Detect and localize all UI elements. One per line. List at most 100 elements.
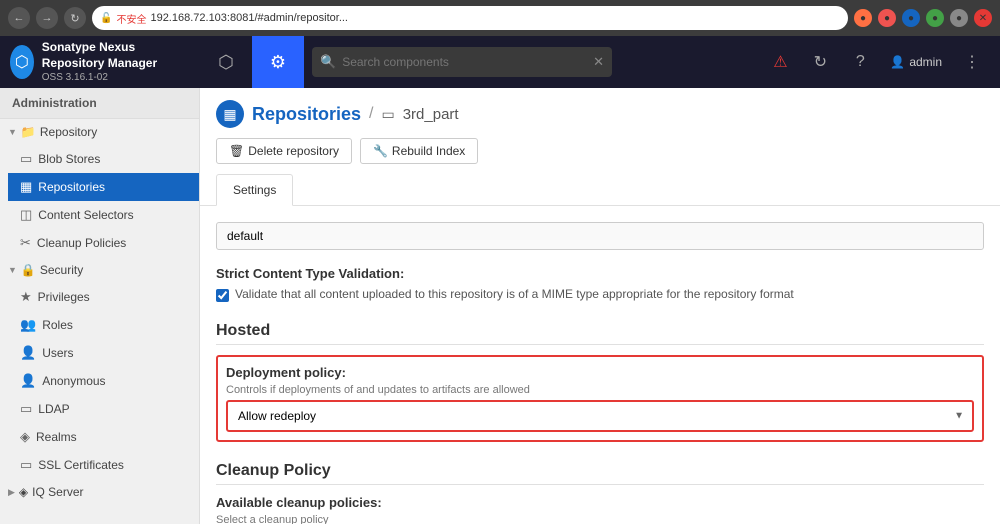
sidebar-group-iq-server-label: IQ Server — [32, 485, 83, 499]
sidebar-group-security-label: Security — [40, 263, 83, 277]
chevron-right-icon-iq: ▶ — [8, 487, 15, 498]
deployment-policy-hint: Controls if deployments of and updates t… — [226, 384, 974, 396]
settings-nav-icon[interactable]: ⚙ — [252, 36, 304, 88]
app-version: OSS 3.16.1-02 — [42, 71, 190, 84]
sidebar-item-content-selectors[interactable]: ◫ Content Selectors — [8, 201, 199, 229]
rebuild-index-label: Rebuild Index — [392, 144, 465, 158]
user-section[interactable]: 👤 admin — [882, 55, 950, 69]
delete-repository-button[interactable]: 🗑 Delete repository — [216, 138, 352, 164]
app-icon: ⬡ — [10, 45, 34, 79]
sidebar-item-anonymous[interactable]: 👤 Anonymous — [8, 367, 199, 395]
browser-icon-5[interactable]: ● — [950, 9, 968, 27]
home-nav-icon[interactable]: ⬡ — [200, 36, 252, 88]
sidebar-item-repositories-label: Repositories — [38, 180, 105, 194]
breadcrumb-page: 3rd_part — [403, 106, 459, 123]
sidebar-item-ssl-certificates[interactable]: ▭ SSL Certificates — [8, 451, 199, 479]
breadcrumb: ▦ Repositories / ▭ 3rd_part — [216, 100, 984, 128]
sidebar-item-cleanup-policies[interactable]: ✂ Cleanup Policies — [8, 229, 199, 257]
cleanup-policy-section-heading: Cleanup Policy — [216, 462, 984, 485]
sidebar-item-privileges-label: Privileges — [38, 290, 90, 304]
deployment-policy-select[interactable]: Allow redeploy Disable redeploy Read-onl… — [228, 402, 972, 430]
clear-search-icon[interactable]: ✕ — [593, 54, 604, 70]
breadcrumb-separator: / — [369, 105, 373, 123]
security-icon: 🔓 — [100, 13, 112, 24]
content-body: Strict Content Type Validation: Validate… — [200, 206, 1000, 524]
strict-content-checkbox-label: Validate that all content uploaded to th… — [235, 287, 794, 301]
anonymous-icon: 👤 — [20, 373, 36, 389]
breadcrumb-page-icon: ▭ — [381, 106, 394, 123]
cleanup-policies-icon: ✂ — [20, 235, 31, 251]
browser-icon-2[interactable]: ● — [878, 9, 896, 27]
sidebar-group-repository[interactable]: ▼ 📁 Repository — [0, 119, 199, 145]
forward-button[interactable]: → — [36, 7, 58, 29]
sidebar-item-cleanup-policies-label: Cleanup Policies — [37, 236, 126, 250]
sidebar-item-ldap[interactable]: ▭ LDAP — [8, 395, 199, 423]
sidebar-group-iq-server[interactable]: ▶ ◈ IQ Server — [0, 479, 199, 505]
tab-bar: Settings — [216, 174, 984, 205]
deployment-policy-select-wrapper: Allow redeploy Disable redeploy Read-onl… — [226, 400, 974, 432]
content-header: ▦ Repositories / ▭ 3rd_part 🗑 Delete rep… — [200, 88, 1000, 206]
realms-icon: ◈ — [20, 429, 30, 445]
security-warning: 不安全 — [116, 11, 146, 26]
ldap-icon: ▭ — [20, 401, 32, 417]
strict-content-group: Strict Content Type Validation: Validate… — [216, 266, 984, 302]
sidebar-item-roles-label: Roles — [42, 318, 73, 332]
address-text: 192.168.72.103:8081/#admin/repositor... — [150, 12, 348, 24]
browser-bar: ← → ↻ 🔓 不安全 192.168.72.103:8081/#admin/r… — [0, 0, 1000, 36]
browser-toolbar: ● ● ● ● ● ✕ — [854, 9, 992, 27]
sidebar-group-security[interactable]: ▼ 🔒 Security — [0, 257, 199, 283]
deployment-policy-title: Deployment policy: — [226, 365, 974, 380]
storage-input[interactable] — [216, 222, 984, 250]
rebuild-index-button[interactable]: 🔧 Rebuild Index — [360, 138, 478, 164]
sidebar-item-repositories[interactable]: ▦ Repositories — [8, 173, 199, 201]
warning-icon[interactable]: ⚠ — [762, 44, 798, 80]
browser-icon-4[interactable]: ● — [926, 9, 944, 27]
close-button[interactable]: ✕ — [974, 9, 992, 27]
sidebar-item-roles[interactable]: 👥 Roles — [8, 311, 199, 339]
reload-button[interactable]: ↻ — [64, 7, 86, 29]
back-button[interactable]: ← — [8, 7, 30, 29]
sidebar-item-ldap-label: LDAP — [38, 402, 69, 416]
privileges-icon: ★ — [20, 289, 32, 305]
sidebar: Administration ▼ 📁 Repository ▭ Blob Sto… — [0, 88, 200, 524]
more-options-icon[interactable]: ⋮ — [954, 44, 990, 80]
sidebar-item-realms[interactable]: ◈ Realms — [8, 423, 199, 451]
search-input[interactable] — [342, 55, 587, 69]
strict-content-checkbox[interactable] — [216, 289, 229, 302]
cleanup-policy-hint: Select a cleanup policy — [216, 514, 984, 524]
sidebar-repository-children: ▭ Blob Stores ▦ Repositories ◫ Content S… — [0, 145, 199, 257]
content-selectors-icon: ◫ — [20, 207, 32, 223]
browser-icon-3[interactable]: ● — [902, 9, 920, 27]
sidebar-item-users[interactable]: 👤 Users — [8, 339, 199, 367]
breadcrumb-section: Repositories — [252, 104, 361, 125]
chevron-down-icon: ▼ — [8, 127, 17, 137]
content-area: ▦ Repositories / ▭ 3rd_part 🗑 Delete rep… — [200, 88, 1000, 524]
sidebar-item-privileges[interactable]: ★ Privileges — [8, 283, 199, 311]
tab-settings[interactable]: Settings — [216, 174, 293, 206]
repositories-icon: ▦ — [20, 179, 32, 195]
browser-icon-1[interactable]: ● — [854, 9, 872, 27]
app-header: ⬡ Sonatype Nexus Repository Manager OSS … — [0, 36, 1000, 88]
sidebar-item-realms-label: Realms — [36, 430, 77, 444]
app-nav: ⬡ ⚙ — [200, 36, 304, 88]
app-name: Sonatype Nexus Repository Manager — [42, 40, 190, 71]
roles-icon: 👥 — [20, 317, 36, 333]
sidebar-item-anonymous-label: Anonymous — [42, 374, 105, 388]
storage-field-group — [216, 222, 984, 250]
users-icon: 👤 — [20, 345, 36, 361]
main-layout: Administration ▼ 📁 Repository ▭ Blob Sto… — [0, 88, 1000, 524]
help-icon[interactable]: ? — [842, 44, 878, 80]
security-group-icon: 🔒 — [21, 263, 36, 277]
refresh-icon[interactable]: ↻ — [802, 44, 838, 80]
delete-repository-label: Delete repository — [248, 144, 339, 158]
app-logo: ⬡ Sonatype Nexus Repository Manager OSS … — [0, 36, 200, 88]
strict-content-title: Strict Content Type Validation: — [216, 266, 984, 281]
search-bar[interactable]: 🔍 ✕ — [312, 47, 612, 77]
sidebar-group-repository-label: Repository — [40, 125, 97, 139]
search-icon: 🔍 — [320, 54, 336, 70]
cleanup-policy-title: Available cleanup policies: — [216, 495, 984, 510]
sidebar-item-blob-stores[interactable]: ▭ Blob Stores — [8, 145, 199, 173]
hosted-section-heading: Hosted — [216, 322, 984, 345]
address-bar[interactable]: 🔓 不安全 192.168.72.103:8081/#admin/reposit… — [92, 6, 848, 30]
deployment-policy-box: Deployment policy: Controls if deploymen… — [216, 355, 984, 442]
